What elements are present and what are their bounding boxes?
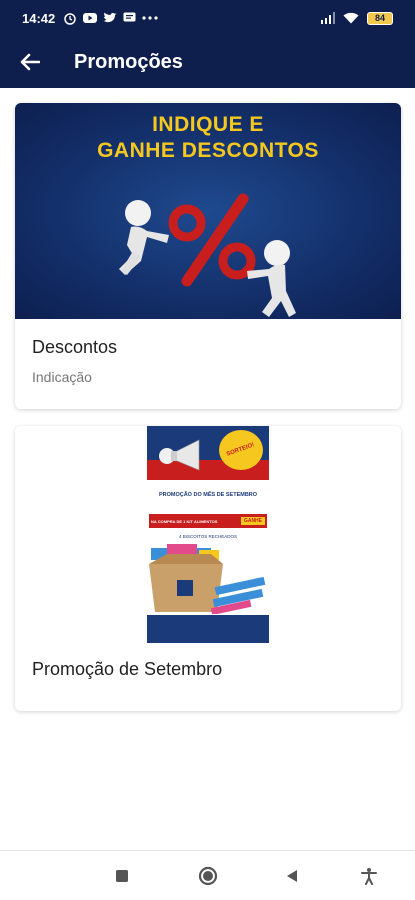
status-time: 14:42: [22, 10, 56, 26]
recent-apps-button[interactable]: [111, 865, 133, 887]
flyer-prize: 4 BISCOITOS RECHEADOS: [179, 534, 237, 539]
more-dots-icon: [142, 16, 158, 20]
alarm-icon: [64, 13, 76, 25]
promotion-card-descontos[interactable]: INDIQUE E GANHE DESCONTOS Descontos Indi…: [15, 103, 401, 409]
promotions-list: INDIQUE E GANHE DESCONTOS Descontos Indi…: [0, 88, 415, 850]
back-button[interactable]: [0, 36, 60, 88]
status-bar: 14:42 84: [0, 0, 415, 36]
promotion-flyer: SORTEIO! PROMOÇÃO DO MÊS DE SETEMBRO NA …: [147, 426, 269, 643]
flyer-offer-band: NA COMPRA DE 1 KIT ALIMENTOS GANHE: [149, 514, 267, 528]
promotion-subtitle: Indicação: [32, 369, 92, 385]
system-nav-bar: [0, 850, 415, 900]
youtube-icon: [83, 13, 98, 23]
triangle-back-icon: [287, 870, 297, 882]
app-bar: Promoções: [0, 36, 415, 88]
promotion-banner: INDIQUE E GANHE DESCONTOS: [15, 103, 401, 319]
flyer-offer: NA COMPRA DE 1 KIT ALIMENTOS: [151, 518, 218, 524]
system-icons: 84: [320, 11, 393, 25]
flyer-footer: [147, 615, 269, 643]
megaphone-icon: [159, 439, 200, 471]
flyer-badge: SORTEIO!: [219, 430, 263, 470]
promotion-card-setembro[interactable]: SORTEIO! PROMOÇÃO DO MÊS DE SETEMBRO NA …: [15, 426, 401, 711]
percent-figures-illustration: [119, 193, 296, 317]
battery-level: 84: [374, 13, 385, 23]
promotion-title: Promoção de Setembro: [32, 659, 223, 679]
notification-icons: [63, 11, 158, 25]
accessibility-icon: [361, 868, 377, 885]
wifi-icon: [343, 12, 359, 24]
signal-icon: [321, 12, 335, 24]
page-title: Promoções: [74, 50, 183, 73]
battery-icon: 84: [367, 11, 393, 25]
flyer-badge-text: SORTEIO!: [226, 442, 256, 458]
flyer-win: GANHE: [240, 517, 265, 525]
square-icon: [116, 870, 128, 882]
twitter-icon: [104, 12, 117, 23]
circle-icon: [198, 866, 218, 886]
accessibility-button[interactable]: [358, 865, 380, 887]
message-icon: [123, 12, 136, 22]
gift-box-illustration: [149, 544, 266, 614]
flyer-heading: PROMOÇÃO DO MÊS DE SETEMBRO: [158, 492, 258, 498]
arrow-left-icon: [20, 53, 40, 71]
back-nav-button[interactable]: [281, 865, 303, 887]
promotion-title: Descontos: [32, 337, 118, 357]
home-button[interactable]: [197, 865, 219, 887]
